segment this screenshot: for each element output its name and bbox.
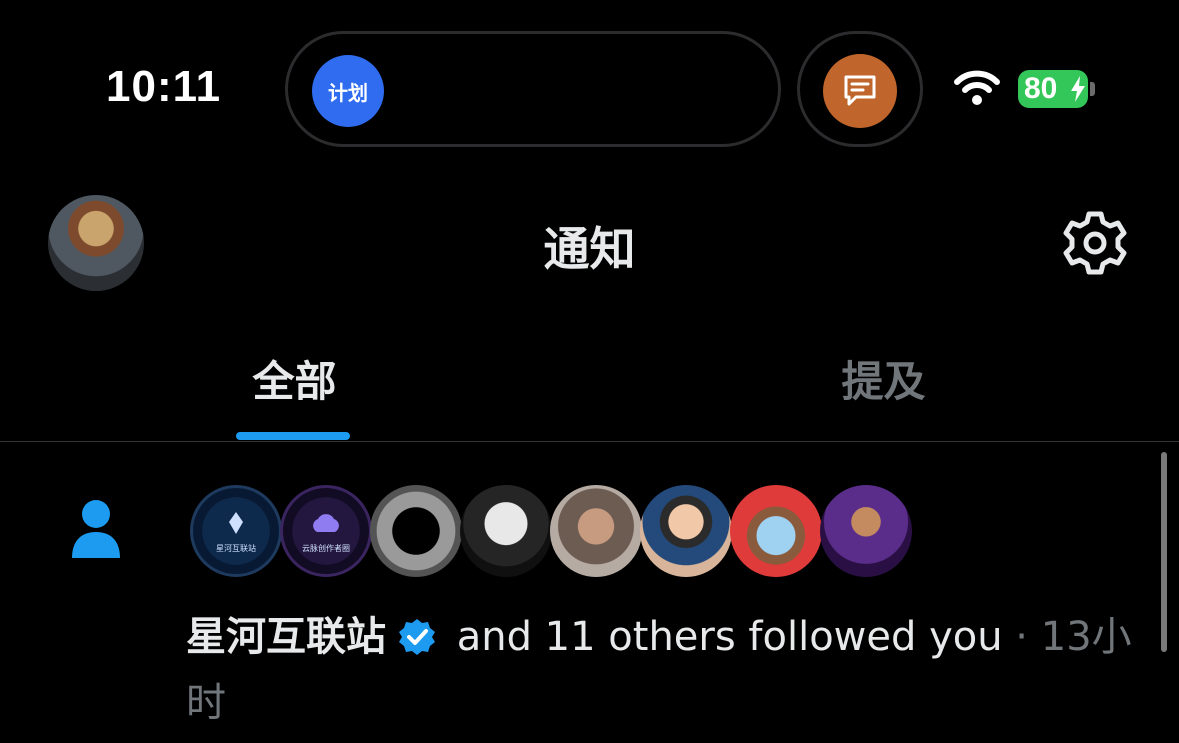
follower-avatar[interactable]: 云脉创作者圈 — [280, 485, 372, 577]
verified-badge-icon — [398, 613, 436, 673]
plan-badge[interactable]: 计划 — [312, 55, 384, 127]
wifi-icon — [953, 68, 1001, 112]
follower-avatar[interactable]: 星河互联站 — [190, 485, 282, 577]
message-activity[interactable] — [797, 31, 923, 147]
follow-person-icon — [70, 498, 122, 564]
battery-indicator: 80 — [1018, 70, 1088, 108]
tab-all[interactable]: 全部 — [0, 348, 589, 409]
message-icon — [823, 54, 897, 128]
notifications-screen: 10:11 计划 80 通知 全部 提及 星河互联站 云脉创作者圈 星河互联站 … — [0, 0, 1179, 743]
divider — [0, 441, 1179, 442]
charging-bolt-icon — [1071, 76, 1085, 102]
cloud-logo-icon — [313, 514, 339, 532]
scrollbar[interactable] — [1161, 452, 1167, 652]
follower-avatar[interactable] — [550, 485, 642, 577]
battery-cap — [1090, 82, 1095, 96]
separator-dot: · — [1002, 614, 1041, 660]
tab-mentions[interactable]: 提及 — [589, 348, 1178, 409]
follower-avatar[interactable] — [370, 485, 462, 577]
gear-icon[interactable] — [1060, 208, 1130, 282]
status-time: 10:11 — [106, 62, 222, 111]
avatar-caption: 星河互联站 — [216, 544, 256, 553]
follower-avatar[interactable] — [820, 485, 912, 577]
avatar-caption: 云脉创作者圈 — [302, 544, 350, 553]
battery-level: 80 — [1024, 72, 1058, 105]
star-logo-icon — [229, 512, 243, 534]
page-title: 通知 — [543, 222, 636, 276]
follower-name[interactable]: 星河互联站 — [186, 614, 386, 660]
active-tab-indicator — [236, 432, 350, 440]
follower-avatar[interactable] — [640, 485, 732, 577]
dynamic-island[interactable]: 计划 — [285, 31, 781, 147]
follower-avatar[interactable] — [730, 485, 822, 577]
notification-message: and 11 others followed you — [444, 614, 1003, 660]
notification-text: 星河互联站 and 11 others followed you · 13小时 — [186, 607, 1136, 733]
follower-avatar[interactable] — [460, 485, 552, 577]
